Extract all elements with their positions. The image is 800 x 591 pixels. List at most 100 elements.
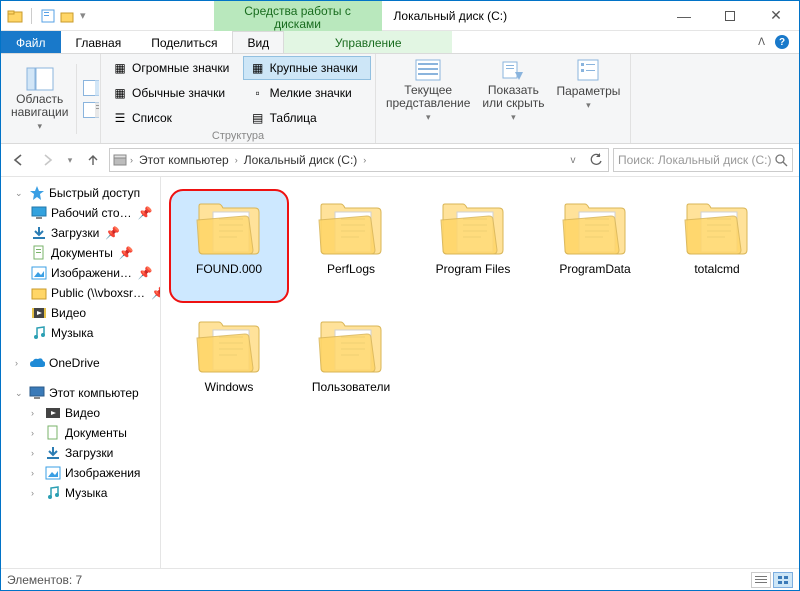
folder-item[interactable]: PerfLogs — [291, 189, 411, 303]
videos-icon — [31, 305, 47, 321]
qat-dropdown-icon[interactable]: ▾ — [80, 9, 86, 22]
nav-tree[interactable]: ⌄Быстрый доступ Рабочий сто…📌 Загрузки📌 … — [1, 177, 161, 569]
folder-icon — [315, 198, 387, 258]
title-bar: ▾ Средства работы с дисками Локальный ди… — [1, 1, 799, 31]
search-placeholder: Поиск: Локальный диск (C:) — [618, 153, 771, 167]
folder-app-icon — [7, 8, 23, 24]
tab-manage[interactable]: Управление — [284, 31, 452, 53]
downloads-icon — [45, 445, 61, 461]
tree-downloads[interactable]: Загрузки📌 — [1, 223, 160, 243]
pin-icon: 📌 — [138, 266, 153, 280]
view-details-button[interactable] — [751, 572, 771, 588]
star-icon — [29, 185, 45, 201]
ribbon-tabs: Файл Главная Поделиться Вид Управление ᐱ… — [1, 31, 799, 54]
tree-public[interactable]: Public (\\vboxsr…📌 — [1, 283, 160, 303]
folder-label: Windows — [205, 380, 254, 394]
folder-item[interactable]: Пользователи — [291, 307, 411, 421]
nav-up-button[interactable] — [81, 148, 105, 172]
folder-icon — [193, 198, 265, 258]
layout-medium-icons[interactable]: ▦Обычные значки — [105, 81, 243, 105]
tab-share[interactable]: Поделиться — [136, 31, 232, 53]
folder-item[interactable]: Windows — [169, 307, 289, 421]
layout-large-icons[interactable]: ▦Крупные значки — [243, 56, 371, 80]
crumb-chevron[interactable]: › — [233, 155, 240, 165]
tab-file[interactable]: Файл — [1, 31, 61, 53]
pin-icon: 📌 — [138, 206, 153, 220]
layout-list[interactable]: ☰Список — [105, 106, 243, 130]
folder-item[interactable]: totalcmd — [657, 189, 777, 303]
tree-pc-pictures[interactable]: ›Изображения — [1, 463, 160, 483]
new-folder-icon[interactable] — [60, 8, 76, 24]
current-view-button[interactable]: Текущее представление▾ — [380, 56, 476, 142]
properties-icon[interactable] — [40, 8, 56, 24]
layout-small-icons[interactable]: ▫Мелкие значки — [243, 81, 371, 105]
addr-dropdown-icon[interactable]: v — [563, 150, 583, 170]
show-hide-button[interactable]: Показать или скрыть▾ — [476, 56, 550, 142]
tab-view[interactable]: Вид — [232, 31, 284, 53]
close-button[interactable]: ✕ — [753, 1, 799, 30]
crumb-drive[interactable]: Локальный диск (C:) — [240, 151, 362, 169]
tab-home[interactable]: Главная — [61, 31, 137, 53]
options-button[interactable]: Параметры▾ — [550, 56, 626, 142]
tree-videos[interactable]: Видео — [1, 303, 160, 323]
folder-item[interactable]: Program Files — [413, 189, 533, 303]
folder-icon — [559, 198, 631, 258]
nav-back-button[interactable] — [7, 148, 31, 172]
nav-forward-button[interactable] — [35, 148, 59, 172]
nav-history-dropdown[interactable]: ▾ — [63, 148, 77, 172]
tree-pc-music[interactable]: ›Музыка — [1, 483, 160, 503]
network-folder-icon — [31, 285, 47, 301]
pictures-icon — [45, 465, 61, 481]
refresh-icon[interactable] — [586, 150, 606, 170]
address-bar: ▾ › Этот компьютер › Локальный диск (C:)… — [1, 144, 799, 177]
items-view[interactable]: FOUND.000 PerfLogs Program Files Program… — [161, 177, 799, 569]
pin-icon: 📌 — [151, 286, 161, 300]
search-box[interactable]: Поиск: Локальный диск (C:) — [613, 148, 793, 172]
layout-small-icon: ▫ — [250, 85, 266, 101]
thispc-icon — [29, 385, 45, 401]
folder-label: FOUND.000 — [196, 262, 262, 276]
window-title: Локальный диск (C:) — [382, 1, 661, 30]
show-hide-icon — [499, 58, 527, 82]
tree-documents[interactable]: Документы📌 — [1, 243, 160, 263]
folder-item[interactable]: ProgramData — [535, 189, 655, 303]
crumb-thispc[interactable]: Этот компьютер — [135, 151, 233, 169]
address-box[interactable]: › Этот компьютер › Локальный диск (C:) ›… — [109, 148, 609, 172]
layout-huge-icons[interactable]: ▦Огромные значки — [105, 56, 243, 80]
tree-quick-access[interactable]: ⌄Быстрый доступ — [1, 183, 160, 203]
folder-label: ProgramData — [559, 262, 630, 276]
minimize-button[interactable]: — — [661, 1, 707, 30]
folder-icon — [315, 316, 387, 376]
search-icon[interactable] — [774, 153, 788, 167]
crumb-root-chevron[interactable]: › — [128, 155, 135, 165]
navpane-icon — [26, 67, 54, 91]
tree-desktop[interactable]: Рабочий сто…📌 — [1, 203, 160, 223]
folder-label: totalcmd — [694, 262, 739, 276]
folder-item[interactable]: FOUND.000 — [169, 189, 289, 303]
current-view-icon — [414, 58, 442, 82]
folder-label: Пользователи — [312, 380, 390, 394]
folder-icon — [193, 316, 265, 376]
tree-pictures[interactable]: Изображени…📌 — [1, 263, 160, 283]
tree-thispc[interactable]: ⌄Этот компьютер — [1, 383, 160, 403]
preview-pane-icon[interactable] — [83, 80, 99, 96]
desktop-icon — [31, 205, 47, 221]
videos-icon — [45, 405, 61, 421]
tree-music[interactable]: Музыка — [1, 323, 160, 343]
tree-pc-videos[interactable]: ›Видео — [1, 403, 160, 423]
pictures-icon — [31, 265, 47, 281]
details-pane-icon[interactable] — [83, 102, 99, 118]
tree-onedrive[interactable]: ›OneDrive — [1, 353, 160, 373]
collapse-ribbon-icon[interactable]: ᐱ — [758, 37, 765, 48]
layout-table[interactable]: ▤Таблица — [243, 106, 371, 130]
navigation-pane-button[interactable]: Область навигации ▾ — [5, 65, 74, 134]
onedrive-icon — [29, 355, 45, 371]
work-area: ⌄Быстрый доступ Рабочий сто…📌 Загрузки📌 … — [1, 177, 799, 569]
crumb-chevron[interactable]: › — [361, 155, 368, 165]
tree-pc-downloads[interactable]: ›Загрузки — [1, 443, 160, 463]
help-icon[interactable]: ? — [775, 35, 789, 49]
maximize-button[interactable] — [707, 1, 753, 30]
folder-label: PerfLogs — [327, 262, 375, 276]
view-large-icons-button[interactable] — [773, 572, 793, 588]
tree-pc-documents[interactable]: ›Документы — [1, 423, 160, 443]
